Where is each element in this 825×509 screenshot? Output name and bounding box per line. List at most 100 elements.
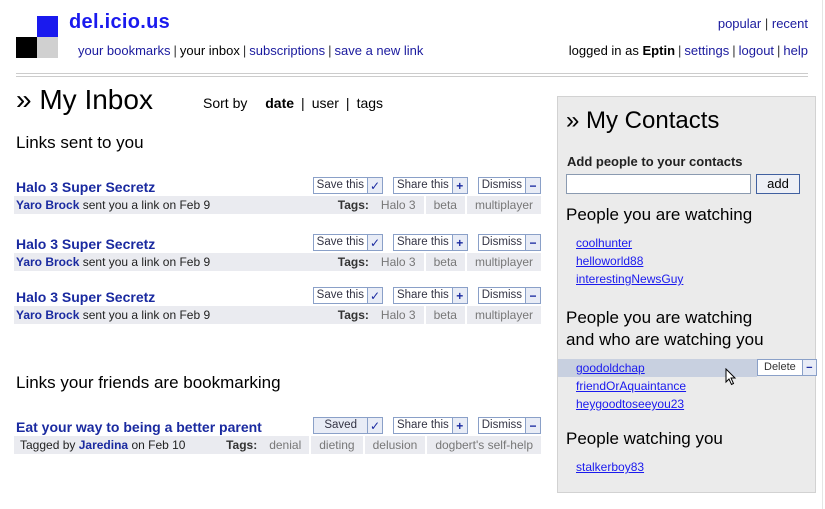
save-this-button[interactable]: Save this ✓ bbox=[312, 287, 383, 304]
sent-link-entry: Halo 3 Super Secretz Save this ✓ Share th… bbox=[14, 177, 541, 223]
sort-by-user[interactable]: user bbox=[312, 95, 339, 111]
contact-name[interactable]: stalkerboy83 bbox=[576, 458, 644, 476]
sender-link[interactable]: Yaro Brock bbox=[16, 255, 79, 269]
logo[interactable] bbox=[16, 16, 58, 58]
sort-bar: Sort by date | user | tags bbox=[203, 95, 383, 111]
tagged-by-label: Tagged by bbox=[20, 438, 76, 452]
tags-label: Tags: bbox=[337, 255, 369, 269]
sender-link[interactable]: Yaro Brock bbox=[16, 198, 79, 212]
sort-separator: | bbox=[301, 95, 305, 111]
minus-icon: − bbox=[525, 418, 540, 433]
contact-name[interactable]: helloworld88 bbox=[576, 252, 643, 270]
contact-name[interactable]: goodoldchap bbox=[576, 359, 645, 377]
watching-heading: People you are watching bbox=[566, 205, 753, 224]
sender-link[interactable]: Yaro Brock bbox=[16, 308, 79, 322]
sent-date-text: sent you a link on Feb 9 bbox=[82, 308, 211, 322]
tag[interactable]: multiplayer bbox=[464, 196, 541, 214]
nav-subscriptions[interactable]: subscriptions bbox=[249, 43, 325, 58]
contact-item[interactable]: helloworld88 bbox=[558, 252, 817, 270]
settings-link[interactable]: settings bbox=[684, 43, 729, 58]
contact-item[interactable]: coolhunter bbox=[558, 234, 817, 252]
tag[interactable]: beta bbox=[423, 253, 465, 271]
link-title[interactable]: Halo 3 Super Secretz bbox=[16, 179, 155, 195]
tagged-by-info: Tagged by Jaredina on Feb 10 bbox=[20, 436, 185, 454]
tag[interactable]: beta bbox=[423, 306, 465, 324]
sent-date-text: sent you a link on Feb 9 bbox=[82, 198, 211, 212]
popular-link[interactable]: popular bbox=[718, 16, 761, 31]
sort-by-date[interactable]: date bbox=[265, 95, 294, 111]
tag-list: Tags: Halo 3 beta multiplayer bbox=[338, 196, 541, 214]
tag[interactable]: dieting bbox=[309, 436, 362, 454]
contact-item[interactable]: interestingNewsGuy bbox=[558, 270, 817, 288]
link-title[interactable]: Halo 3 Super Secretz bbox=[16, 289, 155, 305]
dismiss-label: Dismiss bbox=[481, 419, 522, 431]
share-this-button[interactable]: Share this + bbox=[392, 234, 468, 251]
share-this-button[interactable]: Share this + bbox=[392, 417, 468, 434]
contact-name[interactable]: interestingNewsGuy bbox=[576, 270, 683, 288]
logo-square-black bbox=[16, 37, 37, 58]
logout-link[interactable]: logout bbox=[739, 43, 774, 58]
nav-save-new-link[interactable]: save a new link bbox=[335, 43, 424, 58]
save-this-label: Save this bbox=[316, 236, 364, 248]
plus-icon: + bbox=[451, 288, 467, 303]
mutual-heading-line1: People you are watching bbox=[566, 308, 753, 327]
tag[interactable]: denial bbox=[261, 436, 309, 454]
contact-item[interactable]: heygoodtoseeyou23 bbox=[558, 395, 817, 413]
account-separator: | bbox=[678, 43, 682, 58]
link-meta: Yaro Brock sent you a link on Feb 9 Tags… bbox=[14, 196, 541, 214]
tag[interactable]: multiplayer bbox=[464, 253, 541, 271]
tag[interactable]: Halo 3 bbox=[373, 306, 424, 324]
delete-label: Delete bbox=[764, 361, 796, 373]
mutual-heading-line2: and who are watching you bbox=[566, 330, 764, 349]
contact-item[interactable]: friendOrAquaintance bbox=[558, 377, 817, 395]
plus-icon: + bbox=[451, 178, 467, 193]
account-separator: | bbox=[732, 43, 736, 58]
logo-square-blue bbox=[37, 16, 58, 37]
sort-by-tags[interactable]: tags bbox=[357, 95, 383, 111]
friend-link-entry: Eat your way to being a better parent Sa… bbox=[14, 417, 541, 463]
help-link[interactable]: help bbox=[783, 43, 808, 58]
sender-info: Yaro Brock sent you a link on Feb 9 bbox=[16, 306, 210, 324]
share-this-button[interactable]: Share this + bbox=[392, 177, 468, 194]
site-name[interactable]: del.icio.us bbox=[69, 11, 170, 34]
tagged-date: on Feb 10 bbox=[131, 438, 186, 452]
dismiss-button[interactable]: Dismiss − bbox=[477, 417, 541, 434]
tag[interactable]: Halo 3 bbox=[373, 196, 424, 214]
add-contact-input[interactable] bbox=[566, 174, 751, 194]
dismiss-button[interactable]: Dismiss − bbox=[477, 177, 541, 194]
tagger-link[interactable]: Jaredina bbox=[79, 438, 128, 452]
dismiss-button[interactable]: Dismiss − bbox=[477, 234, 541, 251]
tags-label: Tags: bbox=[337, 198, 369, 212]
add-contact-button[interactable]: add bbox=[756, 174, 800, 194]
dismiss-label: Dismiss bbox=[481, 236, 522, 248]
check-icon: ✓ bbox=[366, 178, 382, 193]
tags-label: Tags: bbox=[337, 308, 369, 322]
username: Eptin bbox=[642, 43, 676, 58]
nav-your-inbox[interactable]: your inbox bbox=[180, 43, 240, 58]
contact-item[interactable]: stalkerboy83 bbox=[558, 458, 817, 476]
save-this-button[interactable]: Save this ✓ bbox=[312, 177, 383, 194]
contact-name[interactable]: coolhunter bbox=[576, 234, 632, 252]
sender-info: Yaro Brock sent you a link on Feb 9 bbox=[16, 253, 210, 271]
tag[interactable]: Halo 3 bbox=[373, 253, 424, 271]
nav-your-bookmarks[interactable]: your bookmarks bbox=[78, 43, 170, 58]
tag[interactable]: delusion bbox=[362, 436, 426, 454]
share-this-button[interactable]: Share this + bbox=[392, 287, 468, 304]
recent-link[interactable]: recent bbox=[772, 16, 808, 31]
save-this-button[interactable]: Save this ✓ bbox=[312, 234, 383, 251]
link-title[interactable]: Eat your way to being a better parent bbox=[16, 419, 262, 435]
tag[interactable]: beta bbox=[423, 196, 465, 214]
contact-name[interactable]: heygoodtoseeyou23 bbox=[576, 395, 684, 413]
dismiss-button[interactable]: Dismiss − bbox=[477, 287, 541, 304]
tag[interactable]: multiplayer bbox=[464, 306, 541, 324]
delete-contact-button[interactable]: Delete − bbox=[757, 359, 817, 376]
sidebar-title: » My Contacts bbox=[566, 107, 720, 134]
tag[interactable]: dogbert's self-help bbox=[425, 436, 541, 454]
logo-square-gray bbox=[37, 37, 58, 58]
nav-separator: | bbox=[242, 43, 247, 58]
contact-name[interactable]: friendOrAquaintance bbox=[576, 377, 686, 395]
link-title[interactable]: Halo 3 Super Secretz bbox=[16, 236, 155, 252]
tag-list: Tags: denial dieting delusion dogbert's … bbox=[226, 436, 541, 454]
saved-button[interactable]: Saved ✓ bbox=[313, 417, 383, 434]
dismiss-label: Dismiss bbox=[481, 179, 522, 191]
